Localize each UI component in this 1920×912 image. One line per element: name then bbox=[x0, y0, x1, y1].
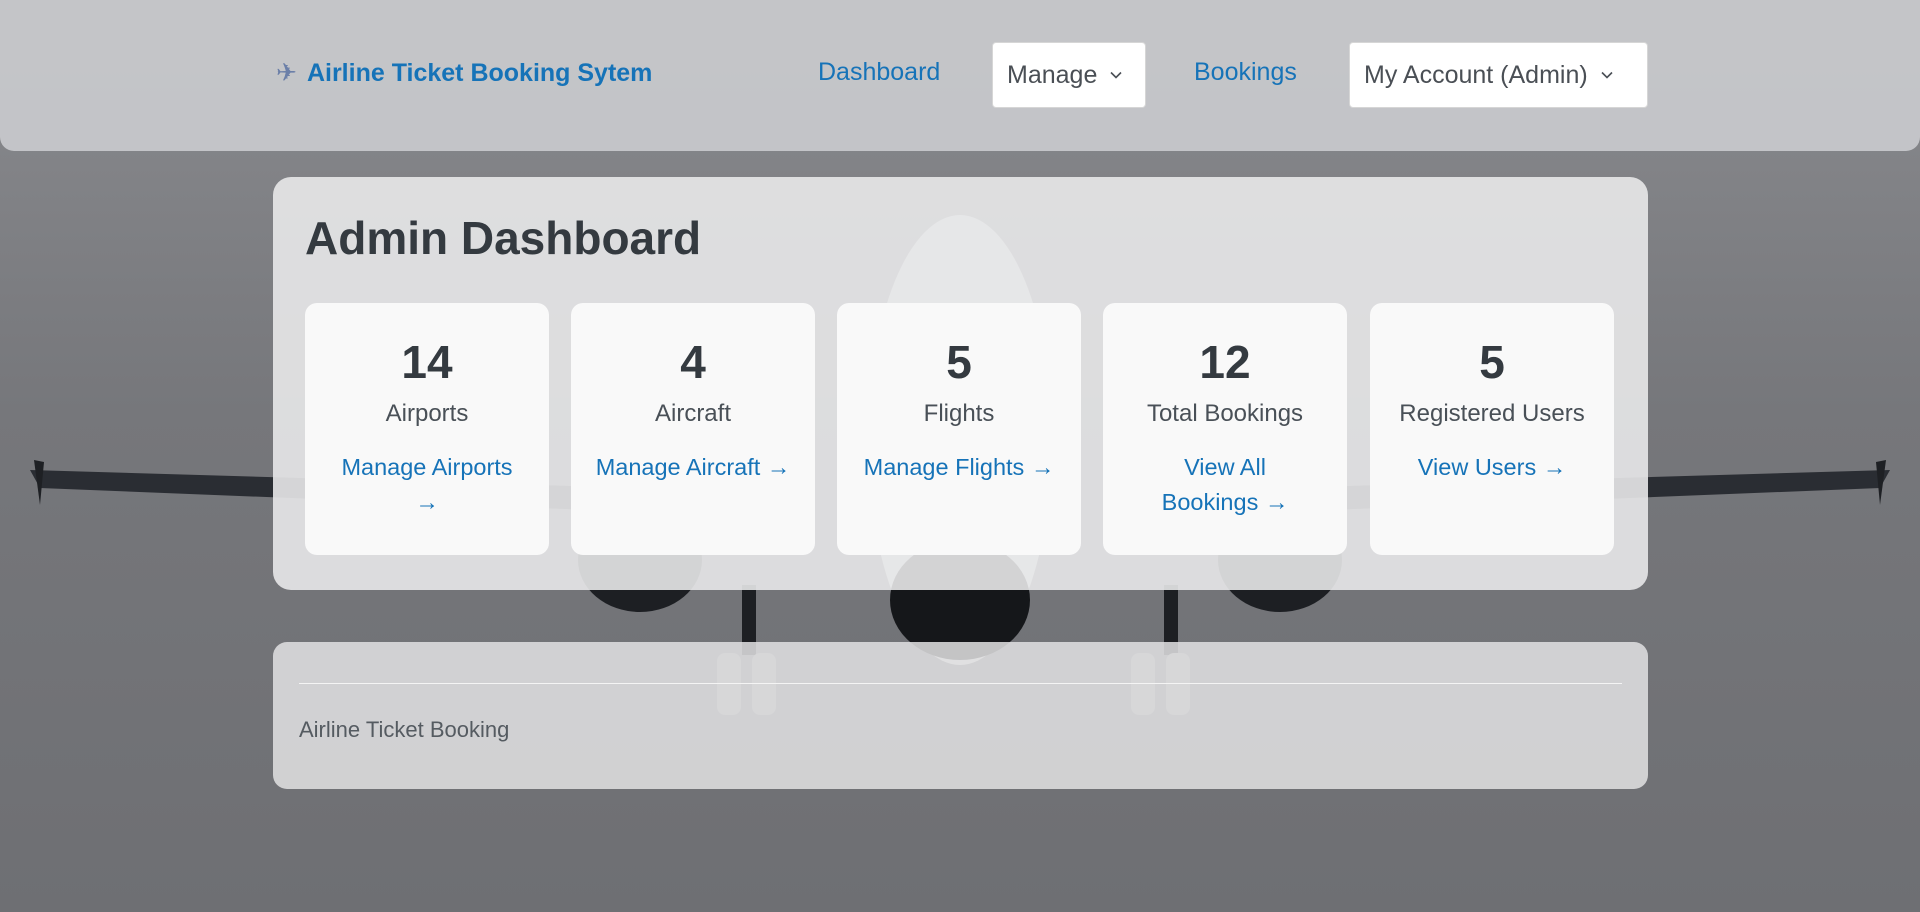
manage-flights-link[interactable]: Manage Flights → bbox=[859, 450, 1059, 485]
stat-value: 4 bbox=[680, 336, 706, 388]
stat-value: 12 bbox=[1199, 336, 1251, 388]
stat-value: 14 bbox=[401, 336, 453, 388]
footer-divider bbox=[299, 683, 1622, 684]
brand-name: Airline Ticket Booking Sytem bbox=[306, 58, 653, 87]
footer: Airline Ticket Booking bbox=[273, 642, 1648, 789]
brand-link[interactable]: ✈ Airline Ticket Booking Sytem bbox=[276, 58, 652, 88]
stat-label: Airports bbox=[385, 399, 469, 427]
admin-dashboard-card: Admin Dashboard 14 Airports Manage Airpo… bbox=[273, 177, 1648, 590]
view-users-link[interactable]: View Users → bbox=[1392, 450, 1592, 485]
footer-text: Airline Ticket Booking bbox=[299, 717, 510, 742]
nav-dashboard-link[interactable]: Dashboard bbox=[818, 58, 940, 87]
stat-card-users: 5 Registered Users View Users → bbox=[1370, 303, 1614, 555]
view-all-bookings-link[interactable]: View All Bookings → bbox=[1150, 450, 1300, 520]
top-navbar: ✈ Airline Ticket Booking Sytem Dashboard… bbox=[0, 0, 1920, 151]
stat-card-flights: 5 Flights Manage Flights → bbox=[837, 303, 1081, 555]
chevron-down-icon bbox=[1110, 71, 1122, 79]
airplane-icon: ✈ bbox=[276, 59, 297, 87]
stat-value: 5 bbox=[946, 336, 972, 388]
manage-aircraft-link[interactable]: Manage Aircraft → bbox=[593, 450, 793, 485]
manage-dropdown-label: Manage bbox=[1007, 60, 1098, 89]
stat-label: Total Bookings bbox=[1146, 399, 1304, 427]
chevron-down-icon bbox=[1601, 71, 1613, 79]
stat-label: Flights bbox=[923, 399, 995, 427]
account-dropdown[interactable]: My Account (Admin) bbox=[1349, 42, 1648, 108]
stat-label: Aircraft bbox=[654, 399, 731, 427]
manage-dropdown[interactable]: Manage bbox=[992, 42, 1146, 108]
stat-value: 5 bbox=[1479, 336, 1505, 388]
stat-label: Registered Users bbox=[1399, 399, 1585, 427]
stat-card-aircraft: 4 Aircraft Manage Aircraft → bbox=[571, 303, 815, 555]
page-title: Admin Dashboard bbox=[305, 212, 702, 264]
account-dropdown-label: My Account (Admin) bbox=[1364, 60, 1588, 89]
stat-card-bookings: 12 Total Bookings View All Bookings → bbox=[1103, 303, 1347, 555]
stat-card-airports: 14 Airports Manage Airports → bbox=[305, 303, 549, 555]
nav-bookings-link[interactable]: Bookings bbox=[1194, 58, 1297, 87]
manage-airports-link[interactable]: Manage Airports → bbox=[327, 450, 527, 520]
